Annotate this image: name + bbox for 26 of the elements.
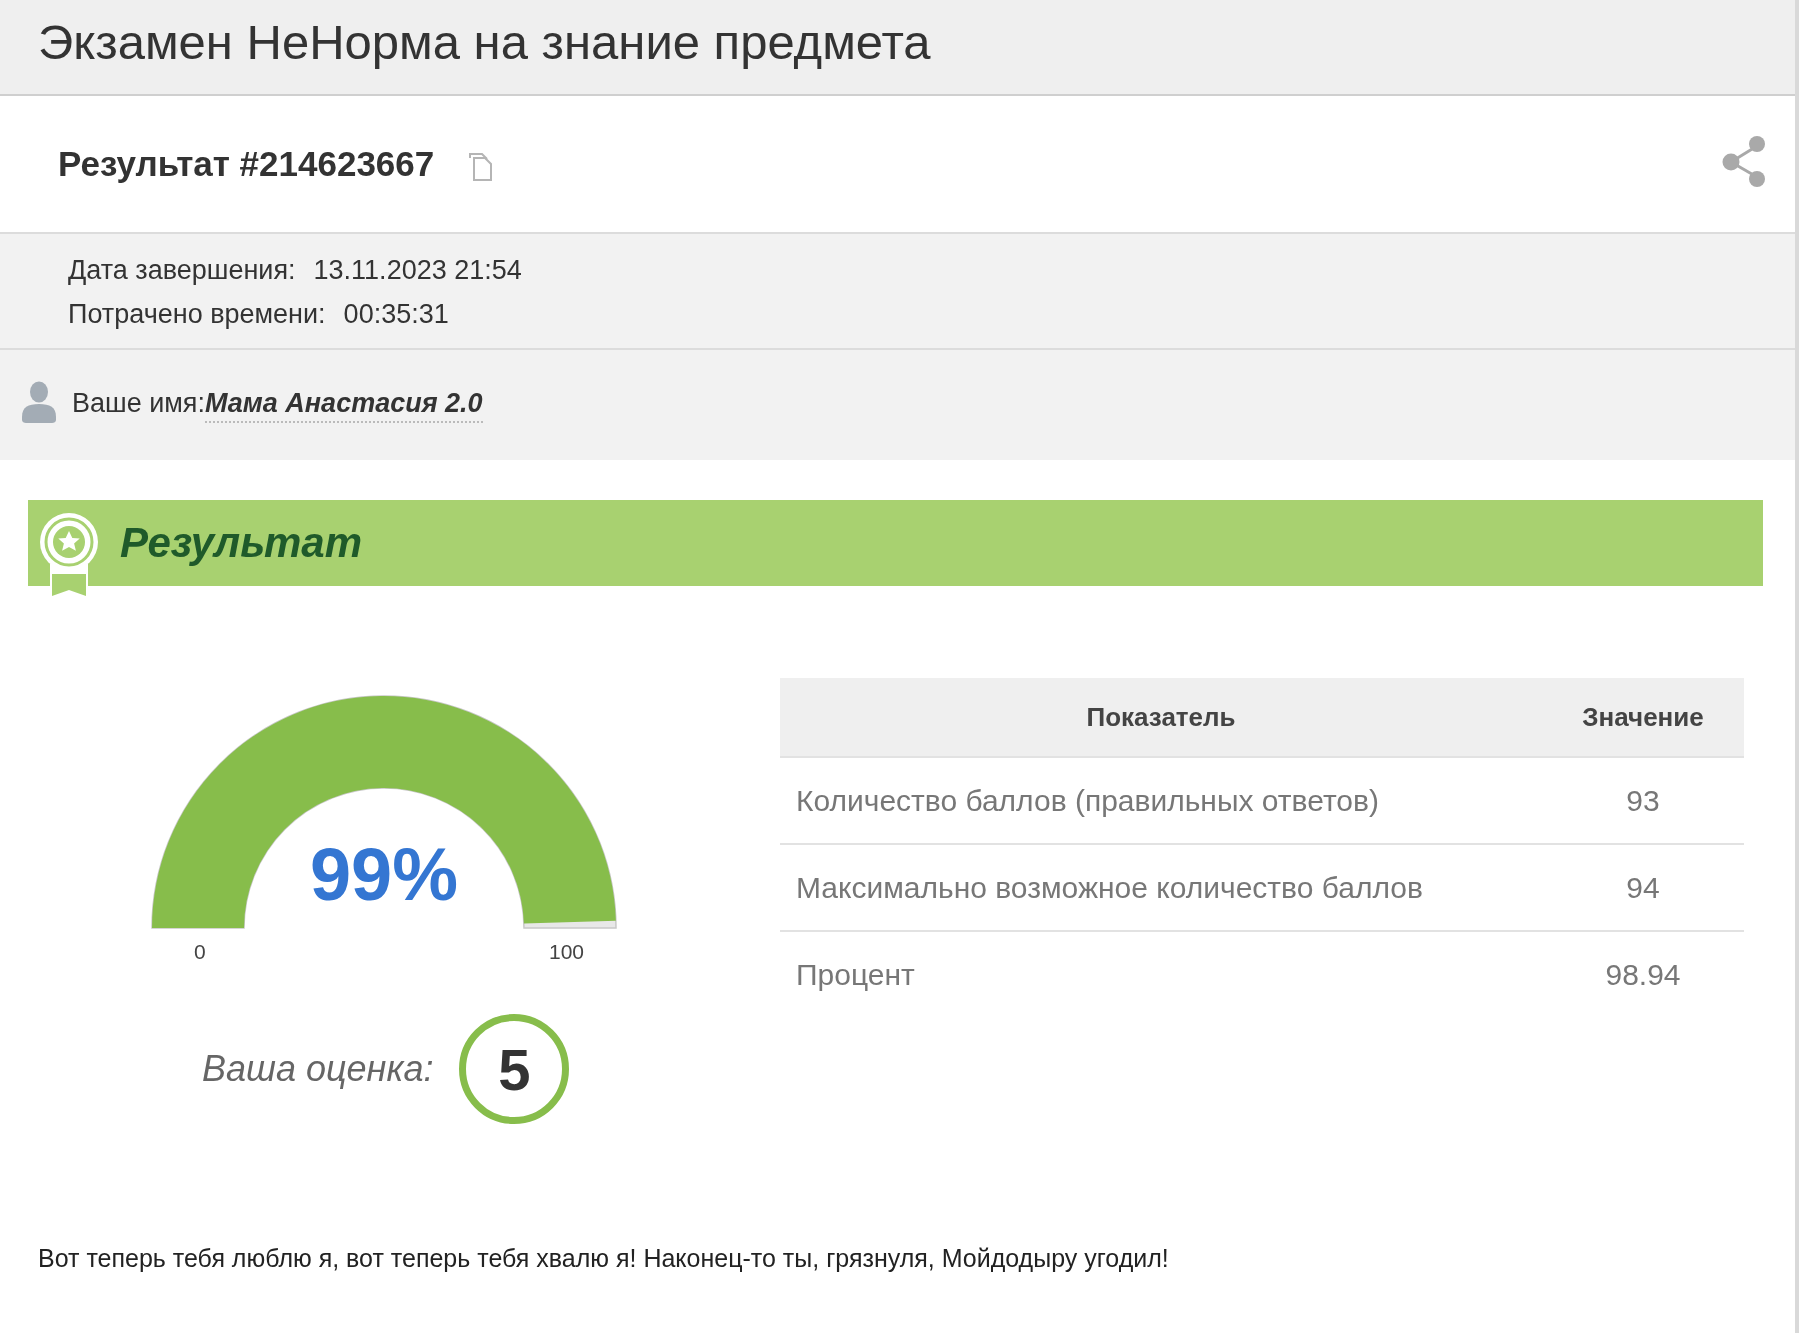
gauge-min-label: 0 [194, 940, 206, 964]
user-icon [22, 380, 56, 423]
grade-label: Ваша оценка: [202, 1048, 434, 1090]
table-cell: 98.94 [1542, 931, 1744, 1017]
table-cell: 94 [1542, 844, 1744, 931]
section-title: Результат [120, 519, 363, 567]
copy-icon[interactable] [468, 152, 495, 182]
table-cell: Процент [780, 931, 1542, 1017]
column-header: Показатель [780, 678, 1542, 757]
user-name[interactable]: Мама Анастасия 2.0 [205, 387, 483, 423]
table-cell: Количество баллов (правильных ответов) [780, 757, 1542, 844]
share-icon[interactable] [1721, 135, 1767, 189]
table-cell: 93 [1542, 757, 1744, 844]
info-label: Дата завершения: [68, 254, 296, 287]
gauge-value: 99% [308, 832, 460, 917]
result-title: Результат #214623667 [58, 144, 435, 184]
info-label: Потрачено времени: [68, 298, 326, 331]
page-title: Экзамен НеНорма на знание предмета [38, 14, 932, 70]
grade-circle: 5 [459, 1014, 570, 1124]
result-message: Вот теперь тебя люблю я, вот теперь тебя хвалю я! Наконец-то ты, грязнуля, Мойдодыру угодил! [38, 1244, 1170, 1273]
name-label: Ваше имя: [72, 387, 205, 419]
gauge-max-label: 100 [548, 940, 584, 964]
info-value: 00:35:31 [343, 298, 449, 331]
table-cell: Максимально возможное количество баллов [780, 844, 1542, 931]
column-header: Значение [1542, 678, 1744, 757]
info-value: 13.11.2023 21:54 [313, 254, 522, 287]
